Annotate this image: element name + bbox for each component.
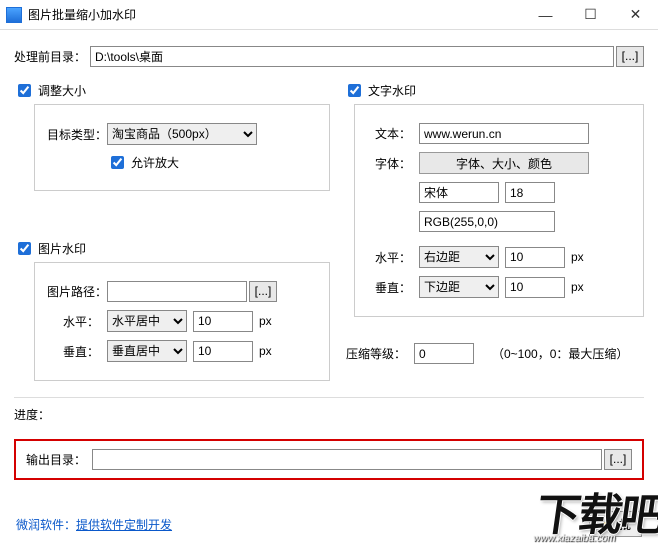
target-type-select[interactable]: 淘宝商品（500px） <box>107 123 257 145</box>
image-wm-checkbox-input[interactable] <box>18 242 31 255</box>
text-wm-checkbox[interactable]: 文字水印 <box>344 81 644 100</box>
text-wm-group: 文本： 字体： 字体、大小、颜色 水平： 右 <box>354 104 644 317</box>
text-wm-h-align-select[interactable]: 右边距 <box>419 246 499 268</box>
allow-enlarge-checkbox-input[interactable] <box>111 156 124 169</box>
image-wm-checkbox-label: 图片水印 <box>38 240 86 257</box>
compress-label: 压缩等级： <box>344 345 414 362</box>
resize-checkbox[interactable]: 调整大小 <box>14 81 330 100</box>
resize-group: 目标类型： 淘宝商品（500px） 允许放大 <box>34 104 330 191</box>
text-wm-v-unit: px <box>571 280 584 294</box>
text-wm-text-label: 文本： <box>367 125 419 142</box>
image-wm-v-align-select[interactable]: 垂直居中 <box>107 340 187 362</box>
image-wm-h-align-select[interactable]: 水平居中 <box>107 310 187 332</box>
compress-hint: （0~100，0：最大压缩） <box>492 345 628 362</box>
resize-checkbox-input[interactable] <box>18 84 31 97</box>
progress-row: 进度： <box>14 406 644 423</box>
text-wm-h-unit: px <box>571 250 584 264</box>
source-dir-row: 处理前目录： [...] <box>14 46 644 67</box>
output-dir-browse-button[interactable]: [...] <box>604 449 632 470</box>
text-wm-h-label: 水平： <box>367 249 419 266</box>
window-title: 图片批量缩小加水印 <box>28 6 136 23</box>
footer: 微润软件： 提供软件定制开发 ⚡ 批 <box>16 511 642 537</box>
source-dir-input[interactable] <box>90 46 614 67</box>
text-wm-v-offset-input[interactable] <box>505 277 565 298</box>
progress-bar <box>50 407 644 423</box>
output-dir-highlight: 输出目录： [...] <box>14 439 644 480</box>
output-dir-label: 输出目录： <box>26 451 92 468</box>
text-wm-v-align-select[interactable]: 下边距 <box>419 276 499 298</box>
minimize-button[interactable]: — <box>523 0 568 29</box>
progress-label: 进度： <box>14 406 50 423</box>
footer-link[interactable]: 提供软件定制开发 <box>76 516 172 533</box>
image-wm-v-offset-input[interactable] <box>193 341 253 362</box>
text-wm-font-label: 字体： <box>367 155 419 172</box>
source-dir-label: 处理前目录： <box>14 48 90 65</box>
title-bar: 图片批量缩小加水印 — ☐ ✕ <box>0 0 658 30</box>
image-path-browse-button[interactable]: [...] <box>249 281 277 302</box>
image-path-input[interactable] <box>107 281 247 302</box>
lightning-icon: ⚡ <box>600 517 615 531</box>
allow-enlarge-label: 允许放大 <box>131 154 179 171</box>
image-wm-h-unit: px <box>259 314 272 328</box>
app-icon <box>6 7 22 23</box>
font-color-display <box>419 211 555 232</box>
font-name-display <box>419 182 499 203</box>
font-size-display <box>505 182 555 203</box>
run-button-label: 批 <box>619 516 631 533</box>
compress-input[interactable] <box>414 343 474 364</box>
target-type-label: 目标类型： <box>47 126 107 143</box>
image-wm-h-label: 水平： <box>47 313 107 330</box>
image-wm-v-unit: px <box>259 344 272 358</box>
footer-brand: 微润软件： <box>16 516 76 533</box>
allow-enlarge-checkbox[interactable]: 允许放大 <box>107 153 179 172</box>
text-wm-v-label: 垂直： <box>367 279 419 296</box>
image-wm-group: 图片路径： [...] 水平： 水平居中 px 垂直： 垂直居中 px <box>34 262 330 381</box>
text-wm-checkbox-input[interactable] <box>348 84 361 97</box>
close-button[interactable]: ✕ <box>613 0 658 29</box>
text-wm-text-input[interactable] <box>419 123 589 144</box>
image-wm-v-label: 垂直： <box>47 343 107 360</box>
image-wm-h-offset-input[interactable] <box>193 311 253 332</box>
text-wm-h-offset-input[interactable] <box>505 247 565 268</box>
source-dir-browse-button[interactable]: [...] <box>616 46 644 67</box>
run-button[interactable]: ⚡ 批 <box>589 511 642 537</box>
resize-checkbox-label: 调整大小 <box>38 82 86 99</box>
image-wm-checkbox[interactable]: 图片水印 <box>14 239 330 258</box>
output-dir-input[interactable] <box>92 449 602 470</box>
text-wm-checkbox-label: 文字水印 <box>368 82 416 99</box>
image-path-label: 图片路径： <box>47 283 107 300</box>
maximize-button[interactable]: ☐ <box>568 0 613 29</box>
font-picker-button[interactable]: 字体、大小、颜色 <box>419 152 589 174</box>
